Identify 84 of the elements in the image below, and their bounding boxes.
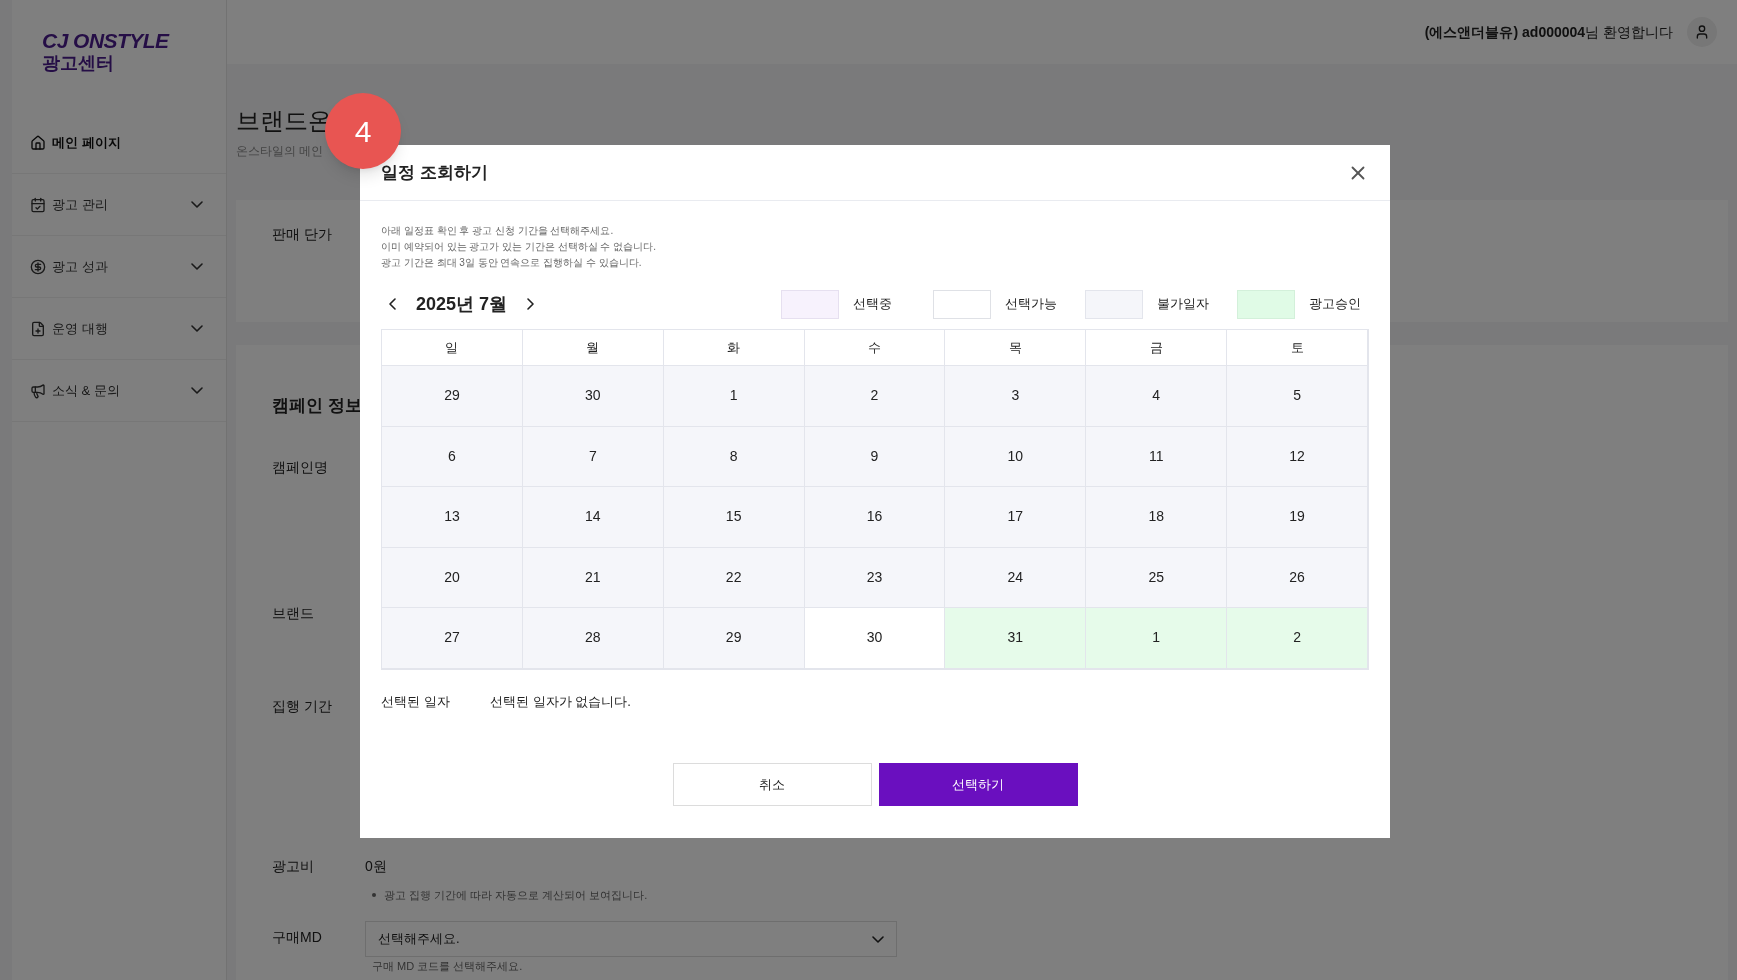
logo-subtitle: 광고센터 bbox=[42, 52, 115, 74]
sidebar-item[interactable]: 광고 성과 bbox=[12, 236, 226, 298]
calendar-day[interactable]: 29 bbox=[382, 366, 523, 427]
legend-label: 선택가능 bbox=[1005, 295, 1058, 314]
chevron-down-icon bbox=[872, 935, 884, 943]
calendar-day[interactable]: 16 bbox=[804, 487, 946, 548]
welcome-text: (에스앤더블유) ad000004님 환영합니다 bbox=[1424, 22, 1673, 42]
calendar-day[interactable]: 12 bbox=[1227, 426, 1368, 487]
weekday-header: 일 bbox=[382, 330, 523, 366]
calendar-day[interactable]: 18 bbox=[1086, 487, 1228, 548]
logo-wordmark[interactable]: CJ ONSTYLE bbox=[42, 30, 226, 52]
sidebar-item[interactable]: 소식 & 문의 bbox=[12, 360, 226, 422]
calendar-day[interactable]: 21 bbox=[522, 547, 664, 608]
calendar-day[interactable]: 26 bbox=[1227, 547, 1368, 608]
user-icon bbox=[1694, 24, 1710, 40]
calendar-day[interactable]: 1 bbox=[663, 366, 805, 427]
calendar-day[interactable]: 24 bbox=[945, 547, 1087, 608]
md-hint: 구매 MD 코드를 선택해주세요. bbox=[372, 960, 523, 973]
calendar-day[interactable]: 5 bbox=[1227, 366, 1368, 427]
calendar-day[interactable]: 27 bbox=[382, 608, 523, 669]
calendar-day[interactable]: 29 bbox=[663, 608, 805, 669]
calendar-day[interactable]: 2 bbox=[804, 366, 946, 427]
calendar-day[interactable]: 28 bbox=[522, 608, 664, 669]
calendar-day[interactable]: 31 bbox=[945, 608, 1087, 669]
instruction-text: 이미 예약되어 있는 광고가 있는 기간은 선택하실 수 없습니다. bbox=[381, 240, 657, 254]
weekday-header: 화 bbox=[663, 330, 805, 366]
calendar-day[interactable]: 22 bbox=[663, 547, 805, 608]
selected-date-label: 선택된 일자 bbox=[381, 692, 451, 711]
md-select[interactable]: 선택해주세요. bbox=[365, 921, 897, 957]
legend-label: 선택중 bbox=[853, 295, 893, 314]
home-icon bbox=[30, 134, 46, 151]
field-label: 구매MD bbox=[272, 928, 323, 947]
calendar-day[interactable]: 30 bbox=[804, 608, 946, 669]
sidebar-item[interactable]: 광고 관리 bbox=[12, 174, 226, 236]
calendar-day[interactable]: 11 bbox=[1086, 426, 1228, 487]
weekday-header: 토 bbox=[1227, 330, 1368, 366]
weekday-header: 수 bbox=[804, 330, 946, 366]
calendar-day[interactable]: 2 bbox=[1227, 608, 1368, 669]
section-title: 캠페인 정보 bbox=[272, 395, 362, 417]
previous-month-icon[interactable] bbox=[389, 298, 396, 310]
field-label: 집행 기간 bbox=[272, 696, 332, 716]
calendar-day[interactable]: 10 bbox=[945, 426, 1087, 487]
field-label: 판매 단가 bbox=[272, 226, 332, 242]
month-title: 2025년 7월 bbox=[416, 292, 508, 316]
field-label: 캠페인명 bbox=[272, 457, 328, 477]
legend-label: 광고승인 bbox=[1309, 295, 1362, 314]
next-month-icon[interactable] bbox=[527, 298, 535, 310]
calendar-day[interactable]: 20 bbox=[382, 547, 523, 608]
weekday-header: 목 bbox=[945, 330, 1087, 366]
calendar-day[interactable]: 25 bbox=[1086, 547, 1228, 608]
calendar-day[interactable]: 17 bbox=[945, 487, 1087, 548]
calendar-day[interactable]: 13 bbox=[382, 487, 523, 548]
calendar-day[interactable]: 30 bbox=[522, 366, 664, 427]
calendar-day[interactable]: 4 bbox=[1086, 366, 1228, 427]
document-plus-icon bbox=[30, 320, 46, 337]
selected-date-value: 선택된 일자가 없습니다. bbox=[490, 692, 631, 711]
cost-value: 0원 bbox=[365, 856, 387, 876]
weekday-header: 금 bbox=[1086, 330, 1228, 366]
instruction-text: 아래 일정표 확인 후 광고 신청 기간을 선택해주세요. bbox=[381, 224, 615, 238]
calendar-day[interactable]: 6 bbox=[382, 426, 523, 487]
sidebar-item[interactable]: 메인 페이지 bbox=[12, 112, 226, 174]
calendar-day[interactable]: 14 bbox=[522, 487, 664, 548]
legend-label: 불가일자 bbox=[1157, 295, 1210, 314]
weekday-header: 월 bbox=[522, 330, 664, 366]
calendar-day[interactable]: 19 bbox=[1227, 487, 1368, 548]
instruction-text: 광고 기간은 최대 3일 동안 연속으로 집행하실 수 있습니다. bbox=[381, 256, 643, 270]
field-label: 브랜드 bbox=[272, 603, 314, 623]
calendar-day[interactable]: 8 bbox=[663, 426, 805, 487]
calendar-day[interactable]: 23 bbox=[804, 547, 946, 608]
megaphone-icon bbox=[30, 382, 46, 399]
select-button[interactable]: 선택하기 bbox=[878, 763, 1078, 806]
calendar-day[interactable]: 3 bbox=[945, 366, 1087, 427]
calendar-check-icon bbox=[30, 196, 46, 213]
user-avatar-button[interactable] bbox=[1687, 17, 1717, 47]
coin-icon bbox=[30, 258, 46, 275]
field-label: 광고비 bbox=[272, 856, 315, 876]
cost-note: 광고 집행 기간에 따라 자동으로 계산되어 보여집니다. bbox=[384, 887, 648, 903]
bullet-icon bbox=[372, 892, 376, 897]
cancel-button[interactable]: 취소 bbox=[672, 763, 872, 806]
calendar-day[interactable]: 15 bbox=[663, 487, 805, 548]
calendar-day[interactable]: 7 bbox=[522, 426, 664, 487]
calendar-day[interactable]: 1 bbox=[1086, 608, 1228, 669]
sidebar-item[interactable]: 운영 대행 bbox=[12, 298, 226, 360]
calendar-day[interactable]: 9 bbox=[804, 426, 946, 487]
